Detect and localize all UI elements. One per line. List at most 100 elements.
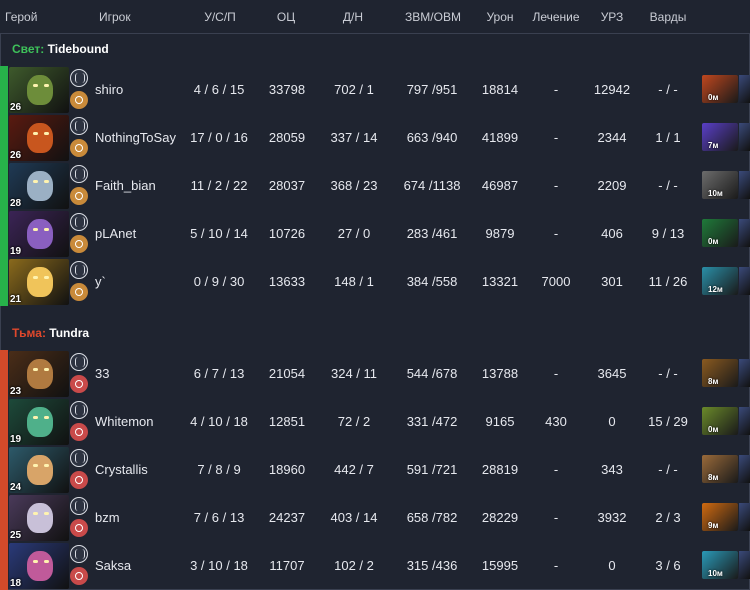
item-icon[interactable]: 0м [702, 75, 738, 103]
heal-cell: 430 [545, 414, 567, 429]
talent-icon[interactable] [70, 471, 88, 489]
item-icon-partial[interactable] [739, 503, 750, 531]
item-icon[interactable]: 0м [702, 407, 738, 435]
wards-cell: 2 / 3 [655, 510, 681, 525]
facet-icon[interactable] [70, 117, 88, 135]
item-icon-partial[interactable] [739, 551, 750, 579]
player-row[interactable]: 26 shiro 4 / 6 / 15 33798 702 / 1 797 /951 188… [0, 66, 750, 114]
talent-icon[interactable] [70, 567, 88, 585]
item-icon[interactable]: 10м [702, 171, 738, 199]
facet-icon[interactable] [70, 449, 88, 467]
talent-icon[interactable] [70, 187, 88, 205]
item-icon-partial[interactable] [739, 455, 750, 483]
networth-cell: 10726 [268, 226, 306, 241]
kda-cell: 4 / 10 / 18 [190, 414, 248, 429]
networth-cell: 21054 [268, 366, 306, 381]
hero-portrait[interactable]: 26 [9, 67, 69, 113]
item-icon-partial[interactable] [739, 359, 750, 387]
lasthits-denies-cell: 72 / 2 [337, 414, 371, 429]
col-player[interactable]: Игрок [99, 10, 131, 24]
player-row[interactable]: 24 Crystallis 7 / 8 / 9 18960 442 / 7 591 /72… [0, 446, 750, 494]
player-row[interactable]: 19 pLAnet 5 / 10 / 14 10726 27 / 0 283 /461 98… [0, 210, 750, 258]
facet-icon[interactable] [70, 213, 88, 231]
hero-portrait[interactable]: 19 [9, 211, 69, 257]
facet-icon[interactable] [70, 545, 88, 563]
player-row[interactable]: 23 33 6 / 7 / 13 21054 324 / 11 544 /678 13788… [0, 350, 750, 398]
facet-icon[interactable] [70, 69, 88, 87]
col-lasthits-denies[interactable]: Д/Н [343, 10, 363, 24]
talent-icon[interactable] [70, 139, 88, 157]
item-icon[interactable]: 10м [702, 551, 738, 579]
talent-icon[interactable] [70, 375, 88, 393]
talent-icon[interactable] [70, 91, 88, 109]
player-name[interactable]: Whitemon [95, 414, 154, 429]
player-name[interactable]: shiro [95, 82, 123, 97]
item-icon[interactable]: 0м [702, 219, 738, 247]
hero-portrait[interactable]: 19 [9, 399, 69, 445]
talent-icon[interactable] [70, 423, 88, 441]
player-name[interactable]: NothingToSay [95, 130, 176, 145]
col-tower-damage[interactable]: УРЗ [601, 10, 624, 24]
facet-icon[interactable] [70, 165, 88, 183]
col-wards[interactable]: Варды [650, 10, 687, 24]
player-name[interactable]: bzm [95, 510, 120, 525]
hero-portrait[interactable]: 18 [9, 543, 69, 589]
tower-damage-cell: 406 [601, 226, 623, 241]
hero-level: 23 [10, 386, 22, 397]
hero-portrait[interactable]: 26 [9, 115, 69, 161]
player-name[interactable]: Crystallis [95, 462, 148, 477]
hero-portrait[interactable]: 23 [9, 351, 69, 397]
hero-level: 28 [10, 198, 22, 209]
player-row[interactable]: 26 NothingToSay 17 / 0 / 16 28059 337 / 14 66… [0, 114, 750, 162]
item-icon-partial[interactable] [739, 267, 750, 295]
col-kda[interactable]: У/С/П [204, 10, 236, 24]
talent-icon[interactable] [70, 283, 88, 301]
player-row[interactable]: 28 Faith_bian 11 / 2 / 22 28037 368 / 23 674 … [0, 162, 750, 210]
team-color-bar [0, 210, 8, 258]
lasthits-denies-cell: 102 / 2 [334, 558, 374, 573]
talent-icon[interactable] [70, 519, 88, 537]
item-icon-partial[interactable] [739, 75, 750, 103]
facet-icon[interactable] [70, 353, 88, 371]
kda-cell: 6 / 7 / 13 [193, 366, 245, 381]
wards-cell: 3 / 6 [655, 558, 681, 573]
hero-portrait[interactable]: 25 [9, 495, 69, 541]
item-icon-partial[interactable] [739, 171, 750, 199]
player-name[interactable]: pLAnet [95, 226, 136, 241]
hero-portrait[interactable]: 21 [9, 259, 69, 305]
item-icon-partial[interactable] [739, 123, 750, 151]
col-damage[interactable]: Урон [486, 10, 513, 24]
item-icon[interactable]: 8м [702, 359, 738, 387]
player-name[interactable]: 33 [95, 366, 109, 381]
hero-eye-shape [33, 228, 38, 231]
item-time: 0м [708, 425, 719, 434]
item-icon[interactable]: 8м [702, 455, 738, 483]
col-networth[interactable]: ОЦ [277, 10, 295, 24]
item-icon-partial[interactable] [739, 219, 750, 247]
facet-icon[interactable] [70, 497, 88, 515]
facet-icon[interactable] [70, 261, 88, 279]
player-row[interactable]: 21 y` 0 / 9 / 30 13633 148 / 1 384 /558 13321 7… [0, 258, 750, 306]
player-row[interactable]: 25 bzm 7 / 6 / 13 24237 403 / 14 658 /782 2822… [0, 494, 750, 542]
player-row[interactable]: 19 Whitemon 4 / 10 / 18 12851 72 / 2 331 /472… [0, 398, 750, 446]
hero-eye-shape [33, 84, 38, 87]
player-name[interactable]: y` [95, 274, 106, 289]
hero-portrait[interactable]: 28 [9, 163, 69, 209]
item-icon[interactable]: 12м [702, 267, 738, 295]
col-heal[interactable]: Лечение [532, 10, 579, 24]
hero-face-shape [27, 503, 53, 533]
item-time: 8м [708, 377, 719, 386]
talent-icon[interactable] [70, 235, 88, 253]
col-hero[interactable]: Герой [5, 10, 37, 24]
damage-cell: 46987 [481, 178, 519, 193]
player-name[interactable]: Saksa [95, 558, 131, 573]
item-icon-partial[interactable] [739, 407, 750, 435]
item-icon[interactable]: 9м [702, 503, 738, 531]
player-row[interactable]: 18 Saksa 3 / 10 / 18 11707 102 / 2 315 /436 15… [0, 542, 750, 590]
hero-eye-shape [44, 560, 49, 563]
col-gpm-xpm[interactable]: ЗВМ/ОВМ [405, 10, 461, 24]
item-icon[interactable]: 7м [702, 123, 738, 151]
player-name[interactable]: Faith_bian [95, 178, 156, 193]
facet-icon[interactable] [70, 401, 88, 419]
hero-portrait[interactable]: 24 [9, 447, 69, 493]
